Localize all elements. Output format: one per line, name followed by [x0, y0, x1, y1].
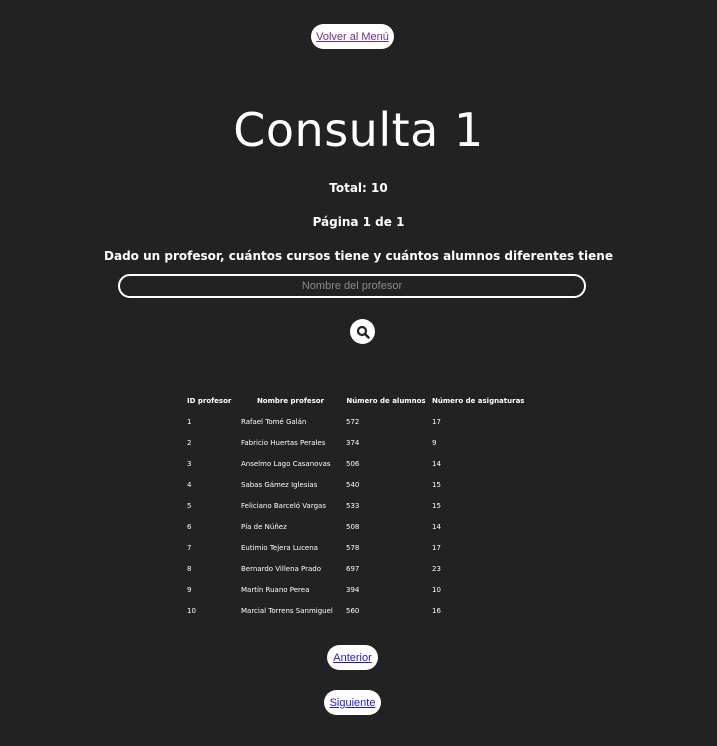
- table-cell: Sabas Gámez Iglesias: [241, 480, 318, 489]
- table-row: 6 Pía de Núñez 508 14: [184, 516, 527, 537]
- table-cell: Rafael Tomé Galán: [241, 417, 307, 426]
- table-cell: 1: [187, 417, 192, 426]
- table-cell: 5: [187, 501, 192, 510]
- table-row: 1 Rafael Tomé Galán 572 17: [184, 411, 527, 432]
- table-cell: 6: [187, 522, 192, 531]
- table-cell: Eutimio Tejera Lucena: [241, 543, 318, 552]
- table-cell: 394: [346, 585, 360, 594]
- table-cell: 697: [346, 564, 360, 573]
- page: Volver al Menú Consulta 1 Total: 10 Pági…: [0, 0, 717, 746]
- table-cell: 16: [432, 606, 441, 615]
- table-cell: 15: [432, 480, 441, 489]
- table-cell: 560: [346, 606, 360, 615]
- table-cell: 17: [432, 543, 441, 552]
- page-indicator: Página 1 de 1: [312, 215, 405, 229]
- table-cell: 8: [187, 564, 192, 573]
- table-cell: 506: [346, 459, 360, 468]
- table-cell: Marcial Torrens Sanmiguel: [241, 606, 333, 615]
- back-to-menu-link[interactable]: Volver al Menú: [311, 24, 394, 49]
- table-header-row: ID profesor Nombre profesor Número de al…: [184, 390, 527, 411]
- table-cell: 2: [187, 438, 192, 447]
- table-cell: Fabricio Huertas Perales: [241, 438, 326, 447]
- table-cell: 14: [432, 522, 441, 531]
- table-cell: 9: [432, 438, 437, 447]
- table-cell: Bernardo Villena Prado: [241, 564, 322, 573]
- table-cell: 15: [432, 501, 441, 510]
- table-cell: 374: [346, 438, 360, 447]
- table-cell: 23: [432, 564, 441, 573]
- page-title: Consulta 1: [233, 103, 484, 157]
- column-header: Número de alumnos: [346, 396, 426, 405]
- table-cell: 533: [346, 501, 360, 510]
- table-cell: 4: [187, 480, 192, 489]
- total-count: Total: 10: [329, 181, 388, 195]
- table-cell: 3: [187, 459, 192, 468]
- table-row: 5 Feliciano Barceló Vargas 533 15: [184, 495, 527, 516]
- table-cell: 578: [346, 543, 360, 552]
- table-cell: 508: [346, 522, 360, 531]
- table-cell: 17: [432, 417, 441, 426]
- table-row: 8 Bernardo Villena Prado 697 23: [184, 558, 527, 579]
- table-row: 7 Eutimio Tejera Lucena 578 17: [184, 537, 527, 558]
- table-cell: Anselmo Lago Casanovas: [241, 459, 331, 468]
- next-page-link[interactable]: Siguiente: [324, 690, 381, 715]
- table-row: 3 Anselmo Lago Casanovas 506 14: [184, 453, 527, 474]
- results-table: ID profesor Nombre profesor Número de al…: [184, 390, 527, 621]
- query-description: Dado un profesor, cuántos cursos tiene y…: [104, 249, 613, 263]
- table-cell: 540: [346, 480, 360, 489]
- table-cell: Feliciano Barceló Vargas: [241, 501, 326, 510]
- table-cell: Pía de Núñez: [241, 522, 287, 531]
- search-button[interactable]: [350, 319, 375, 344]
- table-row: 10 Marcial Torrens Sanmiguel 560 16: [184, 600, 527, 621]
- column-header: ID profesor: [187, 396, 232, 405]
- table-row: 9 Martín Ruano Perea 394 10: [184, 579, 527, 600]
- table-row: 4 Sabas Gámez Iglesias 540 15: [184, 474, 527, 495]
- column-header: Número de asignaturas: [432, 396, 525, 405]
- previous-page-link[interactable]: Anterior: [327, 645, 378, 670]
- table-cell: 7: [187, 543, 192, 552]
- professor-search-input[interactable]: [118, 274, 586, 298]
- table-cell: 14: [432, 459, 441, 468]
- table-row: 2 Fabricio Huertas Perales 374 9: [184, 432, 527, 453]
- table-cell: 10: [187, 606, 196, 615]
- table-cell: 572: [346, 417, 360, 426]
- search-icon: [356, 325, 370, 339]
- column-header: Nombre profesor: [256, 396, 325, 405]
- table-cell: Martín Ruano Perea: [241, 585, 310, 594]
- table-cell: 10: [432, 585, 441, 594]
- table-cell: 9: [187, 585, 192, 594]
